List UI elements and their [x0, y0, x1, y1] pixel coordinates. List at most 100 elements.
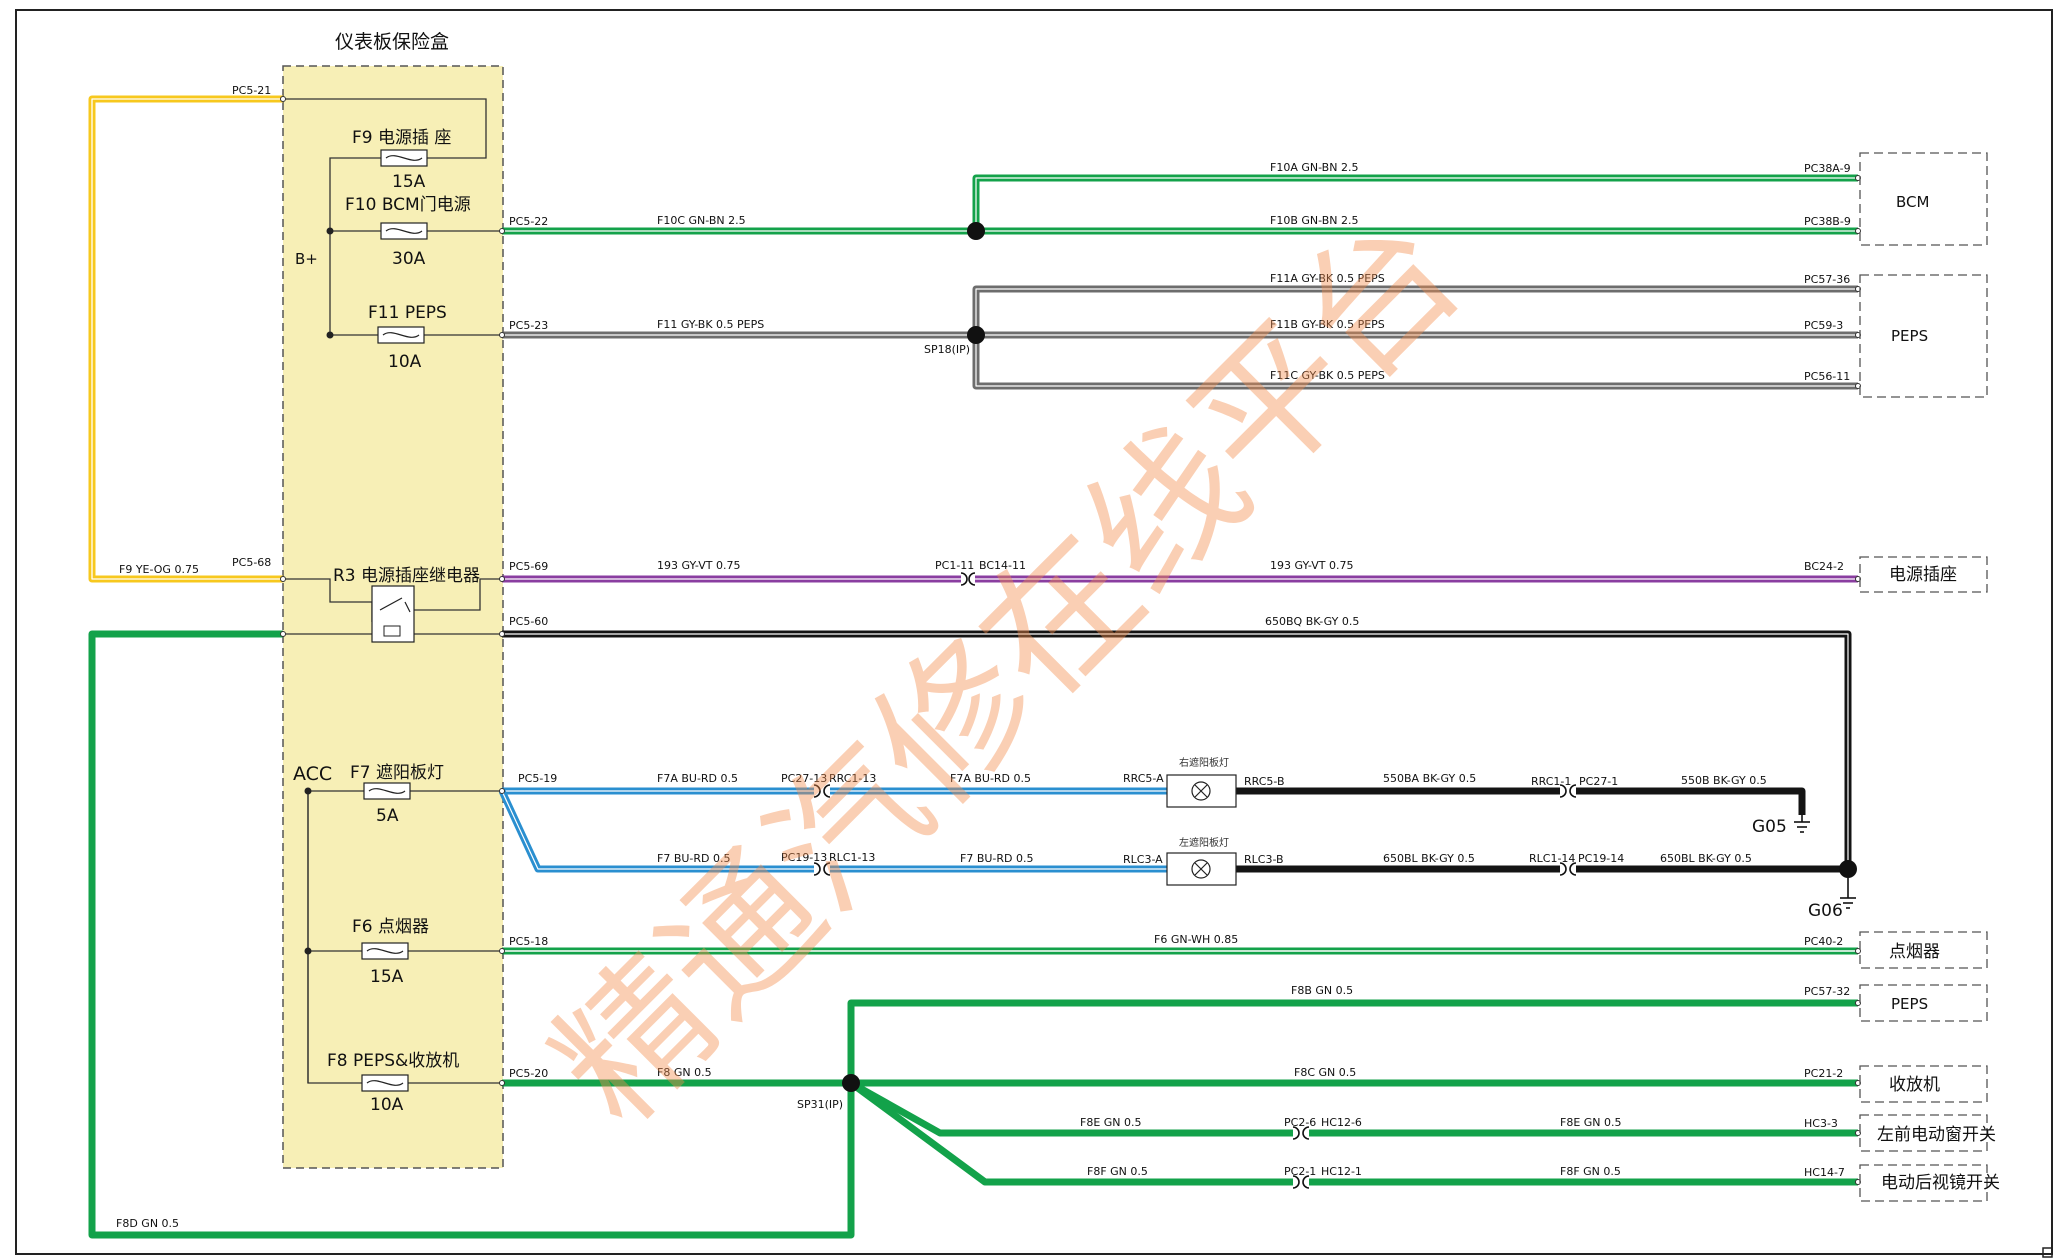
pin-pc57-36: PC57-36 [1804, 273, 1850, 286]
pin-pc5-18: PC5-18 [509, 935, 548, 948]
wire-label-193a: 193 GY-VT 0.75 [657, 559, 740, 572]
module-peps-2: PEPS [1891, 995, 1928, 1013]
pin-hc3-3: HC3-3 [1804, 1117, 1838, 1130]
fuse-f11-rating: 10A [388, 352, 422, 372]
wire-label-650bq: 650BQ BK-GY 0.5 [1265, 615, 1359, 628]
module-boxes [1859, 152, 1988, 1202]
wire-label-650bl-1: 650BL BK-GY 0.5 [1383, 852, 1475, 865]
lamp-left-label: 左遮阳板灯 [1179, 836, 1229, 849]
pin-bc24-2: BC24-2 [1804, 560, 1844, 573]
fuse-f9-name: F9 电源插 座 [352, 128, 451, 148]
wire-label-f10a: F10A GN-BN 2.5 [1270, 161, 1358, 174]
wire-650bq-black [502, 630, 1852, 869]
module-radio: 收放机 [1889, 1075, 1940, 1095]
pin-hc14-7: HC14-7 [1804, 1166, 1845, 1179]
fuse-symbol-f7 [363, 782, 411, 800]
module-peps-1: PEPS [1891, 327, 1928, 345]
splice-sp18-label: SP18(IP) [924, 343, 970, 356]
wire-label-f10c: F10C GN-BN 2.5 [657, 214, 746, 227]
wire-label-550ba: 550BA BK-GY 0.5 [1383, 772, 1476, 785]
wire-label-f8d: F8D GN 0.5 [116, 1217, 179, 1230]
pin-hc12-6: HC12-6 [1321, 1116, 1362, 1129]
fuse-f8-rating: 10A [370, 1095, 404, 1115]
pin-pc5-69: PC5-69 [509, 560, 548, 573]
pin-pc40-2: PC40-2 [1804, 935, 1843, 948]
pin-pc5-23: PC5-23 [509, 319, 548, 332]
fuse-f11-name: F11 PEPS [368, 303, 447, 323]
wire-label-f8c: F8C GN 0.5 [1294, 1066, 1356, 1079]
pin-pc5-20: PC5-20 [509, 1067, 548, 1080]
pin-pc5-22: PC5-22 [509, 215, 548, 228]
wire-label-f8b: F8B GN 0.5 [1291, 984, 1353, 997]
pin-pc56-11: PC56-11 [1804, 370, 1850, 383]
pin-rrc5-b: RRC5-B [1244, 775, 1285, 788]
wire-label-f8e-1: F8E GN 0.5 [1080, 1116, 1142, 1129]
fuse-symbol-f11 [377, 326, 425, 344]
fuse-f6-name: F6 点烟器 [352, 917, 429, 937]
wiring-diagram: 仪表板保险盒 B+ ACC F9 电源插 座 15A F10 BCM门电源 30… [15, 9, 2053, 1258]
fuse-f10-rating: 30A [392, 249, 426, 269]
pin-pc27-1: PC27-1 [1579, 775, 1618, 788]
wire-label-f11: F11 GY-BK 0.5 PEPS [657, 318, 764, 331]
corner-mark [2042, 1247, 2053, 1258]
pin-rrc1-1: RRC1-1 [1531, 775, 1571, 788]
fuse-f7-name: F7 遮阳板灯 [350, 763, 444, 783]
wire-label-f9: F9 YE-OG 0.75 [119, 563, 199, 576]
pin-rlc3-b: RLC3-B [1244, 853, 1284, 866]
fuse-f6-rating: 15A [370, 967, 404, 987]
pin-pc57-32: PC57-32 [1804, 985, 1850, 998]
wire-label-f8f-1: F8F GN 0.5 [1087, 1165, 1148, 1178]
splice-sp31-label: SP31(IP) [797, 1098, 843, 1111]
pin-pc5-60: PC5-60 [509, 615, 548, 628]
wire-label-f7a-1: F7A BU-RD 0.5 [657, 772, 738, 785]
pin-pc1-11: PC1-11 [935, 559, 974, 572]
wire-label-f6: F6 GN-WH 0.85 [1154, 933, 1238, 946]
pin-rlc3-a: RLC3-A [1123, 853, 1163, 866]
relay-symbol-r3 [371, 585, 415, 643]
fuse-box-title: 仪表板保险盒 [335, 31, 449, 53]
fuse-f10-name: F10 BCM门电源 [345, 195, 471, 215]
wire-label-550b: 550B BK-GY 0.5 [1681, 774, 1767, 787]
pin-pc2-6: PC2-6 [1284, 1116, 1316, 1129]
wire-label-f8e-2: F8E GN 0.5 [1560, 1116, 1622, 1129]
lamp-left-visor [1166, 852, 1237, 886]
pin-pc5-19: PC5-19 [518, 772, 557, 785]
pin-pc5-21: PC5-21 [232, 84, 271, 97]
pin-hc12-1: HC12-1 [1321, 1165, 1362, 1178]
pin-pc59-3: PC59-3 [1804, 319, 1843, 332]
bplus-label: B+ [295, 250, 318, 268]
wire-f11-grey [502, 285, 1858, 390]
pin-rlc1-14: RLC1-14 [1529, 852, 1575, 865]
lamp-right-visor [1166, 774, 1237, 808]
relay-r3-name: R3 电源插座继电器 [333, 566, 480, 586]
pin-pc5-68: PC5-68 [232, 556, 271, 569]
fuse-f9-rating: 15A [392, 172, 426, 192]
fuse-symbol-f9 [380, 149, 428, 167]
wire-label-f7-2: F7 BU-RD 0.5 [960, 852, 1034, 865]
ground-g05-symbol [1794, 815, 1810, 833]
pin-pc2-1: PC2-1 [1284, 1165, 1316, 1178]
fuse-symbol-f10 [380, 222, 428, 240]
fuse-symbol-f8 [361, 1074, 409, 1092]
wire-label-193b: 193 GY-VT 0.75 [1270, 559, 1353, 572]
module-lf-window: 左前电动窗开关 [1877, 1125, 1996, 1145]
fuse-f7-rating: 5A [376, 806, 399, 826]
wire-label-650bl-2: 650BL BK-GY 0.5 [1660, 852, 1752, 865]
fuse-f8-name: F8 PEPS&收放机 [327, 1051, 459, 1071]
module-lighter: 点烟器 [1889, 942, 1940, 962]
pin-pc19-14: PC19-14 [1578, 852, 1624, 865]
module-bcm: BCM [1896, 193, 1929, 211]
acc-label: ACC [293, 763, 332, 785]
ground-g05-label: G05 [1752, 817, 1787, 837]
lamp-right-label: 右遮阳板灯 [1179, 756, 1229, 769]
pin-pc21-2: PC21-2 [1804, 1067, 1843, 1080]
module-mirror: 电动后视镜开关 [1881, 1173, 2000, 1193]
pin-rrc5-a: RRC5-A [1123, 772, 1164, 785]
wire-f9-yellow [88, 95, 283, 583]
pin-pc38a-9: PC38A-9 [1804, 162, 1851, 175]
ground-g06-label: G06 [1808, 901, 1843, 921]
fuse-symbol-f6 [361, 942, 409, 960]
module-socket: 电源插座 [1889, 565, 1957, 585]
pin-pc38b-9: PC38B-9 [1804, 215, 1851, 228]
wire-label-f8f-2: F8F GN 0.5 [1560, 1165, 1621, 1178]
